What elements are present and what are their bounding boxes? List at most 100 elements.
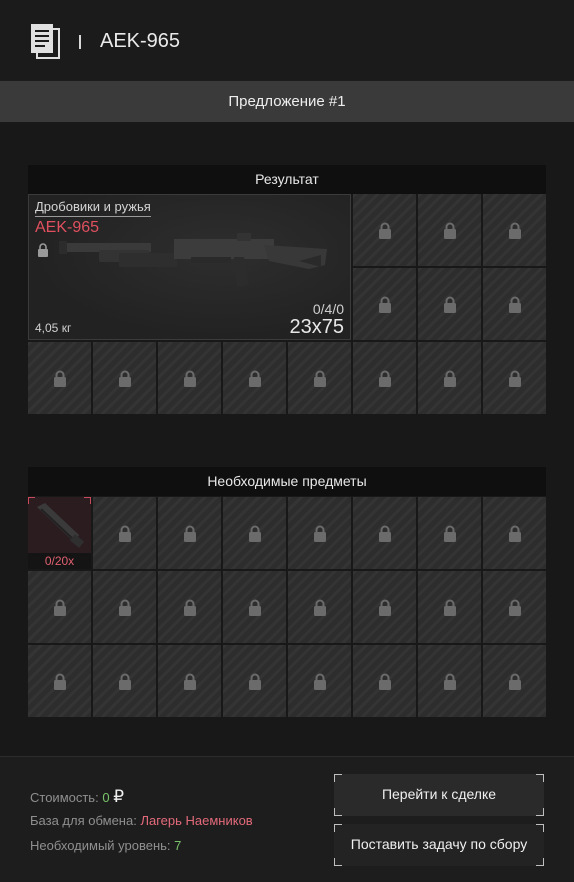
result-section-title: Результат xyxy=(28,165,546,194)
locked-slot xyxy=(158,342,221,414)
lock-icon xyxy=(118,525,131,542)
locked-slot xyxy=(353,571,416,643)
go-to-deal-label: Перейти к сделке xyxy=(381,786,497,802)
document-icon xyxy=(31,24,60,59)
locked-slot xyxy=(288,342,351,414)
lock-icon xyxy=(313,370,326,387)
locked-slot xyxy=(28,571,91,643)
lock-icon xyxy=(443,525,456,542)
locked-slot xyxy=(418,268,481,340)
locked-slot xyxy=(158,497,221,569)
locked-slot xyxy=(483,571,546,643)
offer-bar: Предложение #1 xyxy=(0,81,574,122)
lock-icon xyxy=(378,222,391,239)
locked-slot xyxy=(223,645,286,717)
lock-icon xyxy=(248,370,261,387)
lock-icon xyxy=(248,599,261,616)
lock-icon xyxy=(443,222,456,239)
locked-slot xyxy=(418,194,481,266)
locked-slot xyxy=(28,342,91,414)
locked-slot xyxy=(483,645,546,717)
lock-icon xyxy=(248,525,261,542)
lock-icon xyxy=(183,525,196,542)
lock-icon xyxy=(118,599,131,616)
lock-icon xyxy=(378,296,391,313)
lock-icon xyxy=(118,673,131,690)
base-row: База для обмена: Лагерь Наемников xyxy=(30,813,253,828)
base-value: Лагерь Наемников xyxy=(140,813,253,828)
lock-icon xyxy=(248,673,261,690)
lock-icon xyxy=(443,673,456,690)
locked-slot xyxy=(353,342,416,414)
locked-slot xyxy=(353,645,416,717)
locked-slot xyxy=(93,571,156,643)
cost-value: 0 xyxy=(102,790,110,805)
locked-slot xyxy=(353,497,416,569)
ruble-icon: ₽ xyxy=(113,787,125,806)
lock-icon xyxy=(183,673,196,690)
locked-slot xyxy=(223,571,286,643)
lock-icon xyxy=(508,370,521,387)
locked-slot xyxy=(93,497,156,569)
durability-text: 0/4/0 xyxy=(312,301,344,317)
lock-icon xyxy=(508,673,521,690)
locked-slot xyxy=(288,645,351,717)
footer: Стоимость: 0 ₽ База для обмена: Лагерь Н… xyxy=(0,756,574,882)
barrel-icon xyxy=(37,503,85,548)
category-label: Дробовики и ружья xyxy=(35,199,151,217)
locked-slot xyxy=(483,194,546,266)
cost-label: Стоимость: xyxy=(30,790,99,805)
lock-icon xyxy=(378,599,391,616)
locked-slot xyxy=(353,194,416,266)
locked-slot xyxy=(483,342,546,414)
required-count: 0/20x xyxy=(28,553,91,569)
header: AEK-965 xyxy=(0,0,574,80)
locked-slot xyxy=(483,268,546,340)
locked-slot xyxy=(353,268,416,340)
locked-slot xyxy=(223,497,286,569)
lock-icon xyxy=(38,243,48,257)
go-to-deal-button[interactable]: Перейти к сделке xyxy=(334,774,544,816)
lock-icon xyxy=(378,370,391,387)
page-title: AEK-965 xyxy=(100,30,181,52)
locked-slot xyxy=(418,645,481,717)
lock-icon xyxy=(313,673,326,690)
lock-icon xyxy=(53,370,66,387)
locked-slot xyxy=(158,571,221,643)
lock-icon xyxy=(508,599,521,616)
lock-icon xyxy=(53,599,66,616)
locked-slot xyxy=(93,645,156,717)
cost-row: Стоимость: 0 ₽ xyxy=(30,787,124,807)
required-section-title: Необходимые предметы xyxy=(28,467,546,496)
lock-icon xyxy=(508,525,521,542)
locked-slot xyxy=(418,342,481,414)
required-item-slot[interactable]: 0/20x xyxy=(28,497,91,569)
header-separator xyxy=(79,35,81,49)
level-row: Необходимый уровень: 7 xyxy=(30,838,181,853)
lock-icon xyxy=(118,370,131,387)
set-collection-task-button[interactable]: Поставить задачу по сбору xyxy=(334,824,544,866)
locked-slot xyxy=(28,645,91,717)
lock-icon xyxy=(183,599,196,616)
lock-icon xyxy=(508,296,521,313)
lock-icon xyxy=(443,296,456,313)
lock-icon xyxy=(183,370,196,387)
locked-slot xyxy=(288,571,351,643)
set-collection-task-label: Поставить задачу по сбору xyxy=(350,836,528,852)
shotgun-image xyxy=(59,233,327,287)
base-label: База для обмена: xyxy=(30,813,137,828)
locked-slot xyxy=(418,497,481,569)
result-item-card[interactable]: Дробовики и ружья AEK-965 0/4/0 23x75 4,… xyxy=(28,194,351,340)
locked-slot xyxy=(93,342,156,414)
lock-icon xyxy=(443,599,456,616)
lock-icon xyxy=(53,673,66,690)
locked-slot xyxy=(223,342,286,414)
lock-icon xyxy=(508,222,521,239)
lock-icon xyxy=(313,599,326,616)
level-value: 7 xyxy=(174,838,182,853)
weight-text: 4,05 кг xyxy=(35,321,72,335)
lock-icon xyxy=(378,525,391,542)
lock-icon xyxy=(378,673,391,690)
locked-slot xyxy=(288,497,351,569)
caliber-text: 23x75 xyxy=(289,316,345,338)
